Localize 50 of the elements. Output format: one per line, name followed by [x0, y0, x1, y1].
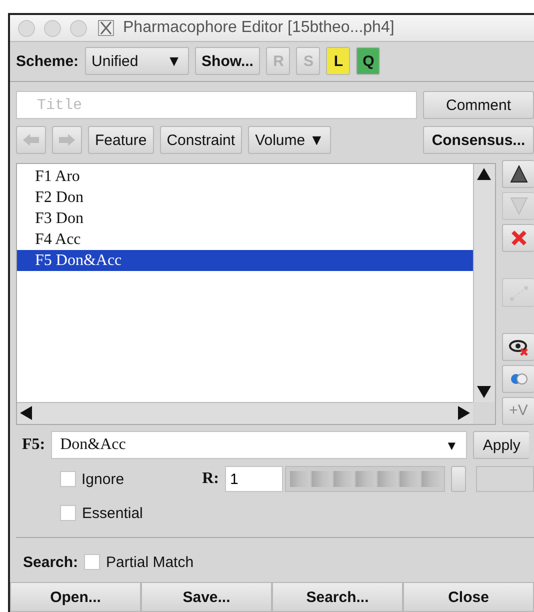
- comment-button[interactable]: Comment: [423, 91, 534, 119]
- tool-button[interactable]: Q: [356, 47, 380, 75]
- option-label: Essential: [82, 504, 143, 522]
- option-label: Ignore: [82, 470, 124, 488]
- action-button[interactable]: Search...: [272, 582, 403, 612]
- checkbox[interactable]: [84, 554, 100, 570]
- action-button[interactable]: Close: [403, 582, 534, 612]
- tool-button[interactable]: L: [326, 47, 350, 75]
- merge-button[interactable]: [502, 364, 534, 393]
- horizontal-scrollbar[interactable]: [17, 402, 473, 424]
- feature-label: F5:: [22, 436, 46, 454]
- window-control[interactable]: [44, 20, 61, 36]
- move-down-icon: [508, 196, 528, 216]
- add-button[interactable]: Feature: [88, 126, 154, 154]
- add-button[interactable]: Constraint: [160, 126, 242, 154]
- checkbox[interactable]: [60, 471, 76, 487]
- option-label: Partial Match: [106, 554, 194, 570]
- title-field[interactable]: Title: [16, 91, 417, 119]
- feature-item[interactable]: F4 Acc: [17, 229, 473, 250]
- scrollbar-corner: [473, 402, 495, 424]
- window-control[interactable]: [18, 20, 35, 36]
- feature-item[interactable]: F1 Aro: [17, 166, 473, 187]
- back-arrow-icon: [22, 133, 40, 147]
- x11-icon: [98, 20, 114, 36]
- feature-item[interactable]: F5 Don&Acc: [17, 250, 473, 271]
- apply-button[interactable]: Apply: [473, 431, 530, 459]
- feature-item[interactable]: F3 Don: [17, 208, 473, 229]
- feature-item[interactable]: F2 Don: [17, 187, 473, 208]
- slider-button[interactable]: [450, 466, 466, 492]
- up-button[interactable]: [502, 160, 534, 188]
- vertical-scrollbar[interactable]: [473, 164, 495, 402]
- hide-button[interactable]: [502, 332, 534, 361]
- empty-field: [476, 466, 534, 492]
- show-button[interactable]: Show...: [194, 47, 260, 75]
- window-title: Pharmacophore Editor [15btheo...ph4]: [123, 19, 394, 37]
- move-up-icon: [508, 164, 528, 184]
- volume-menu[interactable]: Volume ▼: [248, 126, 332, 154]
- action-button[interactable]: Save...: [141, 582, 272, 612]
- consensus-button[interactable]: Consensus...: [423, 126, 534, 154]
- radius-field[interactable]: 1: [224, 466, 283, 492]
- window-control[interactable]: [70, 20, 87, 36]
- checkbox[interactable]: [60, 505, 76, 521]
- scheme-dropdown[interactable]: Unified ▼: [84, 47, 189, 75]
- expression-dropdown[interactable]: Don&Acc ▼: [51, 431, 468, 459]
- search-label: Search:: [23, 554, 78, 570]
- forward-arrow-icon: [58, 133, 76, 147]
- scheme-label: Scheme:: [16, 52, 79, 70]
- action-button[interactable]: Open...: [10, 582, 141, 612]
- radius-label: R:: [202, 470, 219, 488]
- delete-button[interactable]: [502, 224, 534, 252]
